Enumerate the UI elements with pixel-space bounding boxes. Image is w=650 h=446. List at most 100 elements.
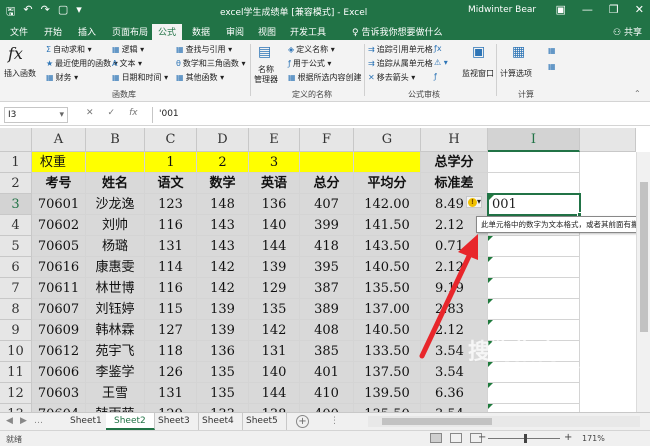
undo-icon[interactable]: ↶: [23, 3, 32, 22]
prev-sheet-icon[interactable]: ◀: [6, 416, 13, 426]
trace-precedents-icon: ⇉: [368, 45, 375, 54]
error-checking-icon[interactable]: ⚠ ▾: [434, 58, 448, 67]
ribbon-display-icon[interactable]: ▣: [556, 3, 566, 16]
zoom-slider-thumb[interactable]: [524, 434, 527, 443]
star-icon: ★: [46, 59, 54, 68]
remove-arrows-button[interactable]: ✕ 移去箭头 ▾: [368, 72, 415, 83]
group-label-calc: 计算: [518, 90, 534, 99]
minimize-icon[interactable]: —: [582, 3, 593, 16]
ribbon-separator: [496, 44, 497, 96]
zoom-in-icon[interactable]: +: [564, 432, 572, 443]
add-sheet-icon[interactable]: +: [296, 415, 309, 428]
watermark: 搜狗指南: [468, 340, 561, 365]
tab-data[interactable]: 数据: [192, 25, 210, 38]
sheet-tab-sheet1[interactable]: Sheet1: [62, 413, 111, 430]
name-box[interactable]: I3 ▾: [4, 107, 68, 123]
customize-qat-icon[interactable]: ▾: [76, 3, 82, 22]
more-sheets-icon[interactable]: …: [34, 416, 43, 426]
tab-split-handle[interactable]: ⋮: [330, 416, 339, 426]
tag-icon: ◈: [288, 45, 295, 54]
ribbon-tab-bar: 文件 开始 插入 页面布局 公式 数据 审阅 视图 开发工具 帮助 ♀ 告诉我你…: [0, 22, 650, 40]
tab-page-layout[interactable]: 页面布局: [112, 25, 148, 38]
recent-functions-button[interactable]: ★ 最近使用的函数 ▾: [46, 58, 118, 69]
next-sheet-icon[interactable]: ▶: [20, 416, 27, 426]
watch-window-icon[interactable]: ▣: [472, 44, 485, 60]
calc-now-icon[interactable]: ▦: [548, 46, 556, 55]
trace-dependents-button[interactable]: ⇉ 追踪从属单元格: [368, 58, 433, 69]
use-in-formula-button[interactable]: ƒ 用于公式 ▾: [288, 58, 331, 69]
sheet-tab-sheet2[interactable]: Sheet2: [106, 413, 155, 430]
calc-options-button[interactable]: 计算选项: [500, 68, 532, 79]
zoom-slider[interactable]: [488, 434, 560, 443]
close-icon[interactable]: ✕: [635, 3, 644, 16]
collapse-ribbon-icon[interactable]: ⌃: [634, 89, 641, 98]
sigma-icon: Σ: [46, 45, 52, 54]
datetime-button[interactable]: ▦ 日期和时间 ▾: [112, 72, 168, 83]
show-formulas-icon[interactable]: ƒx: [434, 44, 442, 53]
lookup-button[interactable]: ▦ 查找与引用 ▾: [176, 44, 232, 55]
trace-precedents-button[interactable]: ⇉ 追踪引用单元格: [368, 44, 433, 55]
user-name[interactable]: Midwinter Bear: [468, 5, 536, 15]
horizontal-scroll-thumb[interactable]: [382, 418, 492, 425]
window-controls: ▣ — ❐ ✕: [556, 3, 645, 16]
tab-file[interactable]: 文件: [10, 25, 28, 38]
group-label-library: 函数库: [112, 90, 136, 99]
name-manager-icon[interactable]: ▤: [258, 44, 271, 60]
arrow-shaft: [419, 251, 473, 359]
fx-icon[interactable]: fx: [129, 108, 138, 118]
horizontal-scrollbar[interactable]: [368, 416, 640, 427]
cancel-icon[interactable]: ✕: [86, 108, 94, 118]
tab-developer[interactable]: 开发工具: [290, 25, 326, 38]
vertical-scroll-thumb[interactable]: [640, 182, 648, 332]
remove-arrows-icon: ✕: [368, 73, 375, 82]
restore-icon[interactable]: ❐: [609, 3, 619, 16]
math-button[interactable]: θ 数学和三角函数 ▾: [176, 58, 245, 69]
tab-formulas[interactable]: 公式: [152, 24, 183, 40]
worksheet-grid: ABCDEFGHI12345678910111213权重123总学分考号姓名语文…: [0, 128, 650, 412]
financial-icon: ▦: [46, 73, 54, 82]
chevron-down-icon: ▾: [59, 110, 64, 120]
create-from-selection-button[interactable]: ▦ 根据所选内容创建: [288, 72, 362, 83]
ribbon-separator: [364, 44, 365, 96]
sheet-tab-sheet5[interactable]: Sheet5: [238, 413, 287, 430]
define-name-button[interactable]: ◈ 定义名称 ▾: [288, 44, 335, 55]
watch-window-button[interactable]: 监视窗口: [462, 68, 494, 79]
zoom-percent[interactable]: 171%: [582, 434, 605, 443]
title-bar: 🖫 ↶ ↷ ▢ ▾ excel学生成绩单 [兼容模式] - Excel Midw…: [0, 0, 650, 22]
insert-function-button[interactable]: 插入函数: [4, 68, 36, 79]
tab-review[interactable]: 审阅: [226, 25, 244, 38]
vertical-scrollbar[interactable]: [636, 152, 650, 412]
evaluate-formula-icon[interactable]: ƒ: [434, 72, 437, 81]
text-button[interactable]: A 文本 ▾: [112, 58, 142, 69]
redo-icon[interactable]: ↷: [41, 3, 50, 22]
status-bar: 就绪 − + 171%: [0, 430, 650, 446]
autosum-button[interactable]: Σ 自动求和 ▾: [46, 44, 92, 55]
save-icon[interactable]: 🖫: [6, 3, 15, 22]
tab-insert[interactable]: 插入: [78, 25, 96, 38]
tab-view[interactable]: 视图: [258, 25, 276, 38]
calc-sheet-icon[interactable]: ▦: [548, 62, 556, 71]
name-manager-label-2[interactable]: 管理器: [254, 74, 278, 85]
trace-dependents-icon: ⇉: [368, 59, 375, 68]
calc-options-icon[interactable]: ▦: [512, 44, 525, 60]
formula-input[interactable]: '001: [152, 107, 646, 123]
more-functions-button[interactable]: ▦ 其他函数 ▾: [176, 72, 224, 83]
new-file-icon[interactable]: ▢: [58, 3, 68, 22]
financial-button[interactable]: ▦ 财务 ▾: [46, 72, 78, 83]
tell-me-search[interactable]: ♀ 告诉我你想要做什么: [352, 25, 442, 38]
logical-button[interactable]: ▦ 逻辑 ▾: [112, 44, 144, 55]
tab-home[interactable]: 开始: [44, 25, 62, 38]
share-button[interactable]: ⚇ 共享: [613, 25, 642, 38]
sheet-tab-sheet3[interactable]: Sheet3: [150, 413, 199, 430]
formula-bar-buttons: ✕ ✓ fx: [86, 108, 138, 118]
page-layout-view-icon[interactable]: [450, 433, 462, 443]
group-label-names: 定义的名称: [292, 90, 332, 99]
ribbon-separator: [250, 44, 251, 96]
sheet-tab-sheet4[interactable]: Sheet4: [194, 413, 243, 430]
person-icon: ⚇: [613, 28, 624, 38]
insert-function-icon[interactable]: fx: [8, 44, 23, 63]
watermark-url: zhinan.sogou.com: [496, 364, 588, 375]
normal-view-icon[interactable]: [430, 433, 442, 443]
zoom-out-icon[interactable]: −: [478, 432, 486, 443]
confirm-icon[interactable]: ✓: [108, 108, 116, 118]
